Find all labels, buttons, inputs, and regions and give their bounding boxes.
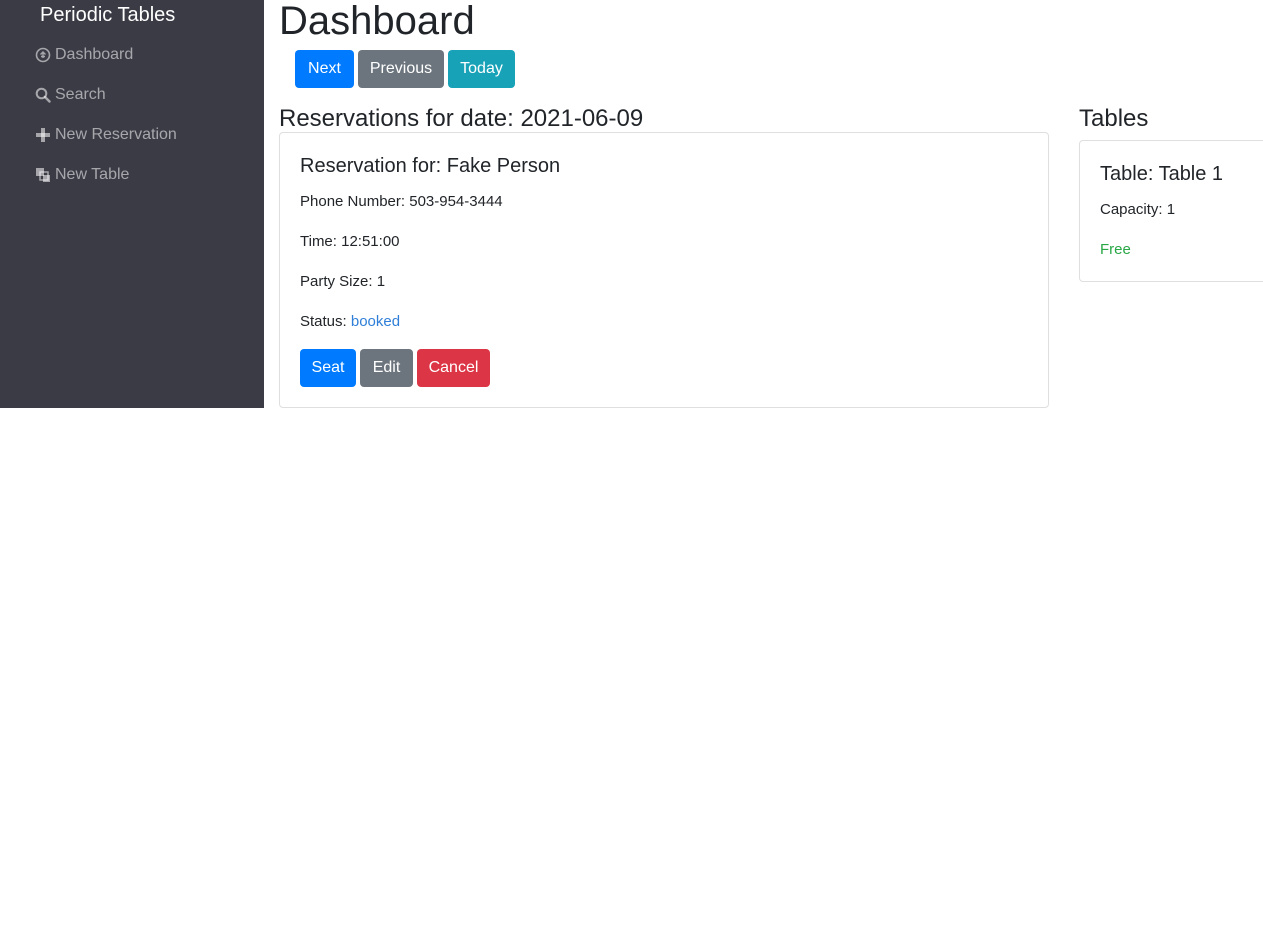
sidebar-item-label: Search [55,86,106,103]
table-status: Free [1100,241,1131,258]
sidebar-item-label: Dashboard [55,46,134,63]
reservation-phone: Phone Number: 503-954-3444 [300,193,503,210]
previous-button[interactable]: Previous [358,50,444,88]
dashboard-icon [34,47,51,64]
sidebar-item-label: New Reservation [55,126,177,143]
table-capacity: Capacity: 1 [1100,201,1176,218]
plus-icon [34,127,51,144]
layers-icon [34,167,51,184]
reservations-heading: Reservations for date: 2021-06-09 [279,105,644,132]
reservation-title: Reservation for: Fake Person [300,155,561,177]
sidebar-item-new-reservation[interactable]: New Reservation [34,125,177,145]
status-label: Status: [300,313,351,330]
today-button[interactable]: Today [448,50,515,88]
reservation-time: Time: 12:51:00 [300,233,400,250]
page-title: Dashboard [279,0,475,43]
seat-button[interactable]: Seat [300,349,356,387]
sidebar-item-dashboard[interactable]: Dashboard [34,45,133,65]
status-badge: booked [350,313,401,330]
sidebar-item-new-table[interactable]: New Table [34,165,129,185]
edit-button[interactable]: Edit [360,349,413,387]
table-title: Table: Table 1 [1100,163,1224,185]
sidebar-item-search[interactable]: Search [34,85,106,105]
tables-heading: Tables [1079,105,1149,132]
reservation-status: Status: booked [300,312,400,332]
sidebar: Periodic Tables Dashboard Search New Res… [0,0,264,408]
next-button[interactable]: Next [295,50,354,88]
brand-title[interactable]: Periodic Tables [40,3,175,27]
search-icon [34,87,51,104]
table-card: Table: Table 1 Capacity: 1 Free [1079,140,1263,282]
reservation-party-size: Party Size: 1 [300,273,386,290]
cancel-button[interactable]: Cancel [417,349,490,387]
sidebar-item-label: New Table [55,166,130,183]
reservation-card: Reservation for: Fake Person Phone Numbe… [279,132,1049,408]
